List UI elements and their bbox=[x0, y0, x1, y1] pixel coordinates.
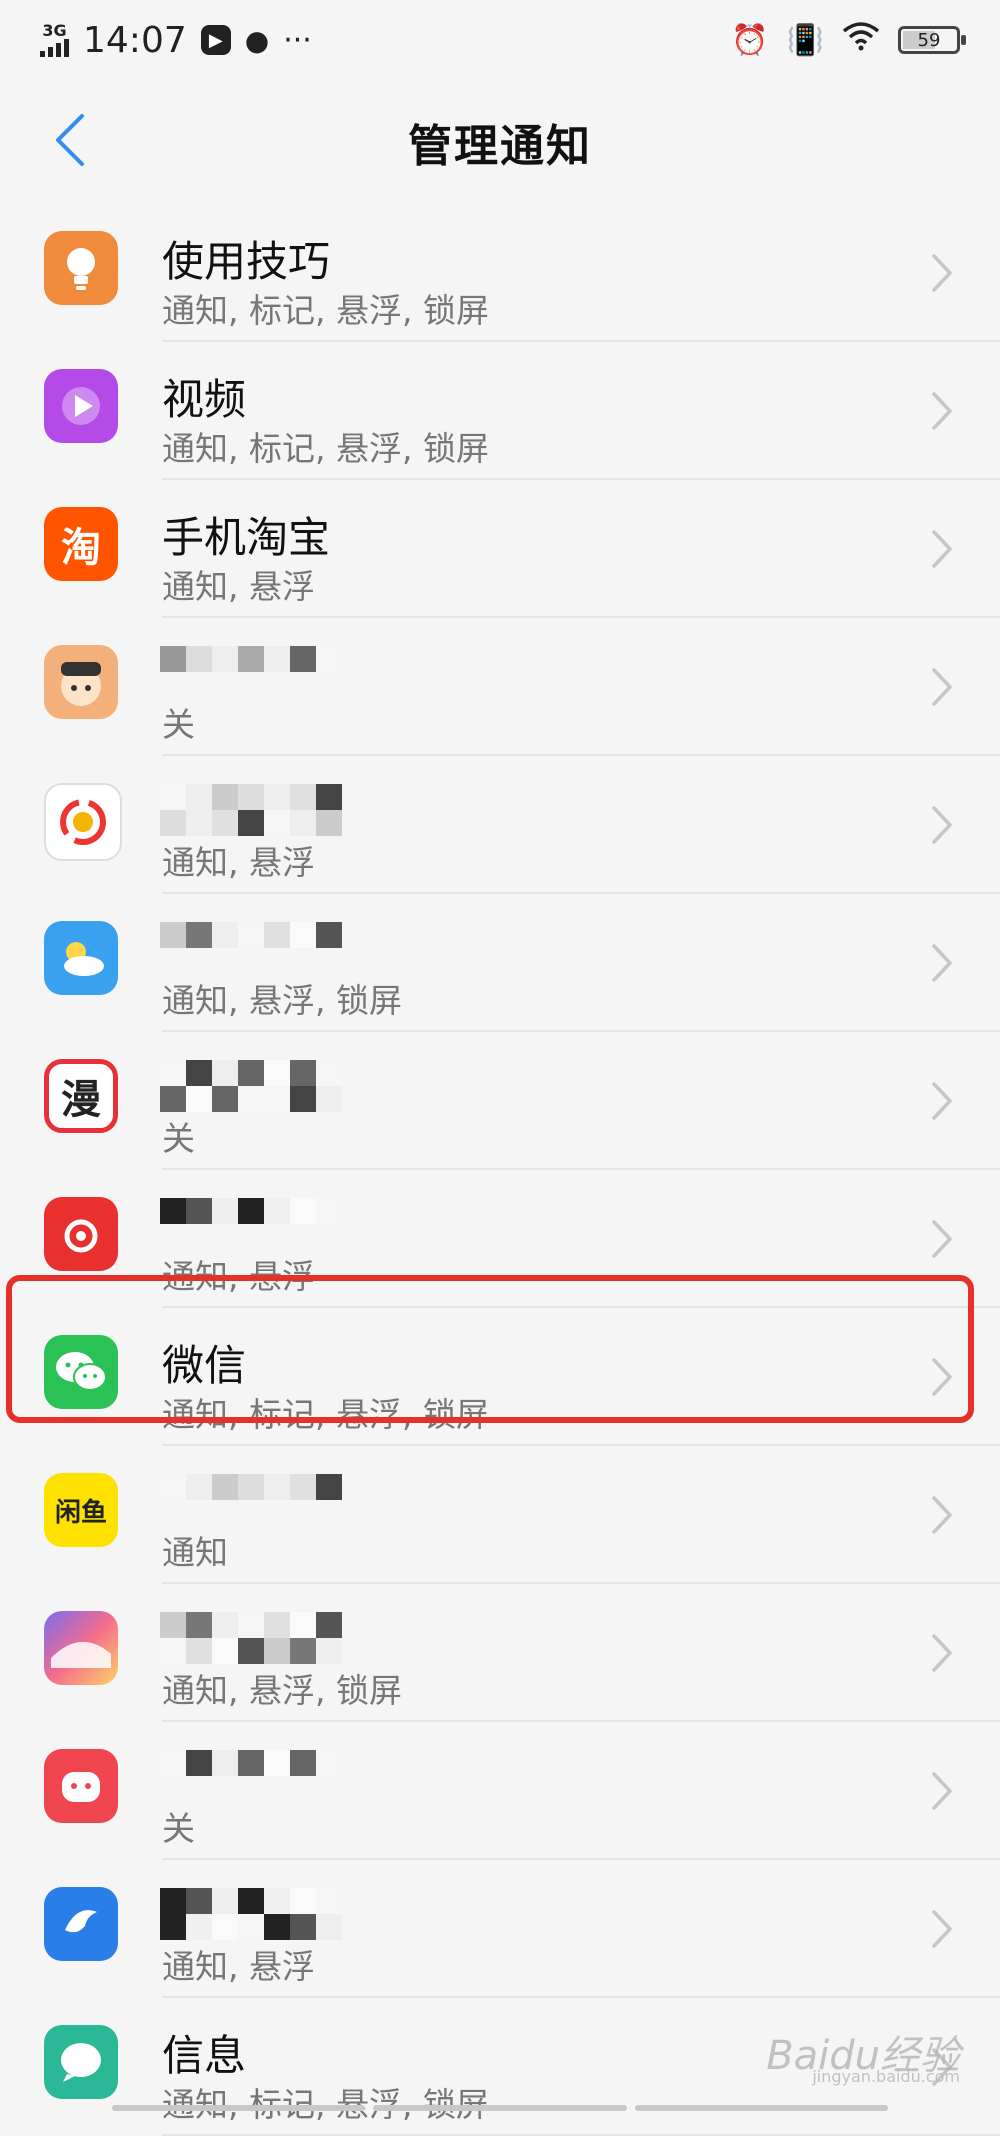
chevron-right-icon bbox=[932, 1082, 952, 1120]
app-notification-summary: 通知, 悬浮 bbox=[162, 567, 315, 606]
battery-level: 59 bbox=[917, 29, 941, 51]
taobao-icon: 淘 bbox=[44, 507, 118, 581]
app-row[interactable]: 视频通知, 标记, 悬浮, 锁屏 bbox=[0, 342, 1000, 480]
app-row[interactable]: 漫关 bbox=[0, 1032, 1000, 1170]
signal-icon: 3G bbox=[40, 23, 69, 57]
app-name: 手机淘宝 bbox=[162, 513, 331, 562]
app-notification-summary: 通知, 悬浮 bbox=[162, 843, 315, 882]
mosaic-redaction bbox=[160, 922, 342, 948]
message-icon bbox=[44, 2025, 118, 2099]
app-row[interactable]: 关 bbox=[0, 1722, 1000, 1860]
status-right: ⏰ 📳 59 bbox=[731, 21, 966, 59]
back-button[interactable] bbox=[40, 110, 100, 170]
chevron-right-icon bbox=[932, 1910, 952, 1948]
network-type: 3G bbox=[42, 21, 67, 40]
vibrate-icon: 📳 bbox=[786, 22, 824, 58]
xianyu-icon: 闲鱼 bbox=[44, 1473, 118, 1547]
weather-icon bbox=[44, 921, 118, 995]
mosaic-redaction bbox=[160, 1060, 342, 1112]
battery-icon: 59 bbox=[898, 26, 966, 54]
chevron-right-icon bbox=[932, 668, 952, 706]
comic-app-icon: 漫 bbox=[44, 1059, 118, 1133]
app-notification-summary: 通知, 悬浮 bbox=[162, 1257, 315, 1296]
mosaic-redaction bbox=[160, 1750, 342, 1776]
header: 管理通知 bbox=[0, 80, 1000, 204]
app-notification-summary: 通知, 标记, 悬浮, 锁屏 bbox=[162, 1395, 489, 1434]
chevron-right-icon bbox=[932, 254, 952, 292]
app-notification-summary: 通知, 悬浮 bbox=[162, 1947, 315, 1986]
tips-icon bbox=[44, 231, 118, 305]
video-icon bbox=[44, 369, 118, 443]
chevron-right-icon bbox=[932, 392, 952, 430]
app-row[interactable]: 关 bbox=[0, 618, 1000, 756]
clock: 14:07 bbox=[83, 19, 187, 61]
chevron-right-icon bbox=[932, 530, 952, 568]
chevron-left-icon bbox=[56, 114, 84, 166]
app-name: 视频 bbox=[162, 375, 247, 424]
mosaic-redaction bbox=[160, 1612, 342, 1664]
app-row[interactable]: 闲鱼通知 bbox=[0, 1446, 1000, 1584]
chevron-right-icon bbox=[932, 806, 952, 844]
wifi-icon bbox=[842, 21, 880, 59]
dolphin-app-icon bbox=[44, 1887, 118, 1961]
page-title: 管理通知 bbox=[408, 121, 592, 172]
chevron-right-icon bbox=[932, 1358, 952, 1396]
more-notifications: ··· bbox=[283, 22, 312, 58]
watermark: Baidu经验 jingyan.baidu.com bbox=[766, 2023, 960, 2086]
status-bar: 3G 14:07 ▶ ● ··· ⏰ 📳 59 bbox=[0, 0, 1000, 80]
app-notification-summary: 关 bbox=[162, 1119, 195, 1158]
app-notification-summary: 通知, 悬浮, 锁屏 bbox=[162, 981, 402, 1020]
app-name: 微信 bbox=[162, 1341, 247, 1390]
app-row[interactable]: 通知, 悬浮, 锁屏 bbox=[0, 894, 1000, 1032]
app-list: 使用技巧 通知, 标记, 悬浮, 锁屏 视频 通知, 标记, 悬浮, 锁屏淘手机淘宝通… bbox=[0, 204, 1000, 2136]
watermark-url: jingyan.baidu.com bbox=[812, 2067, 960, 2086]
news-app-icon bbox=[44, 783, 122, 861]
wechat-icon bbox=[44, 1335, 118, 1409]
alarm-icon: ⏰ bbox=[731, 22, 769, 58]
app-notification-summary: 通知 bbox=[162, 1533, 228, 1572]
mosaic-redaction bbox=[160, 1198, 342, 1224]
mosaic-redaction bbox=[160, 1888, 342, 1940]
app-notification-summary: 通知, 标记, 悬浮, 锁屏 bbox=[162, 429, 489, 468]
chevron-right-icon bbox=[932, 1772, 952, 1810]
app-name: 使用技巧 bbox=[162, 237, 331, 286]
cartoon-app-icon bbox=[44, 645, 118, 719]
mosaic-redaction bbox=[160, 646, 342, 672]
app-row[interactable]: 通知, 悬浮 bbox=[0, 1170, 1000, 1308]
app-notification-summary: 关 bbox=[162, 1809, 195, 1848]
mosaic-redaction bbox=[160, 784, 342, 836]
mascot-app-icon bbox=[44, 1749, 118, 1823]
app-name: 信息 bbox=[162, 2031, 247, 2080]
app-notification-summary: 通知, 标记, 悬浮, 锁屏 bbox=[162, 2078, 489, 2126]
app-row[interactable]: 通知, 悬浮 bbox=[0, 1860, 1000, 1998]
qq-notification-icon: ● bbox=[244, 23, 270, 57]
video-notification-icon: ▶ bbox=[200, 25, 231, 55]
app-row[interactable]: 通知, 悬浮 bbox=[0, 756, 1000, 894]
app-icon-glyph: 淘 bbox=[61, 525, 101, 571]
chevron-right-icon bbox=[932, 944, 952, 982]
chevron-right-icon bbox=[932, 1220, 952, 1258]
app-notification-summary: 通知, 悬浮, 锁屏 bbox=[162, 1671, 402, 1710]
theme-app-icon bbox=[44, 1611, 118, 1685]
chevron-right-icon bbox=[932, 1496, 952, 1534]
mosaic-redaction bbox=[160, 1474, 342, 1500]
app-notification-summary: 通知, 标记, 悬浮, 锁屏 bbox=[162, 291, 489, 330]
app-notification-summary: 关 bbox=[162, 705, 195, 744]
music-app-icon bbox=[44, 1197, 118, 1271]
app-row[interactable]: 通知, 悬浮, 锁屏 bbox=[0, 1584, 1000, 1722]
chevron-right-icon bbox=[932, 1634, 952, 1672]
app-row[interactable]: 微信通知, 标记, 悬浮, 锁屏 bbox=[0, 1308, 1000, 1446]
status-left: 3G 14:07 ▶ ● ··· bbox=[40, 20, 312, 61]
app-row[interactable]: 淘 手机淘宝通知, 悬浮 bbox=[0, 480, 1000, 618]
app-row[interactable]: 使用技巧通知, 标记, 悬浮, 锁屏 bbox=[0, 204, 1000, 342]
app-icon-glyph: 闲鱼 bbox=[54, 1497, 107, 1528]
app-icon-glyph: 漫 bbox=[61, 1077, 101, 1123]
bottom-gesture-bar bbox=[112, 2105, 888, 2111]
